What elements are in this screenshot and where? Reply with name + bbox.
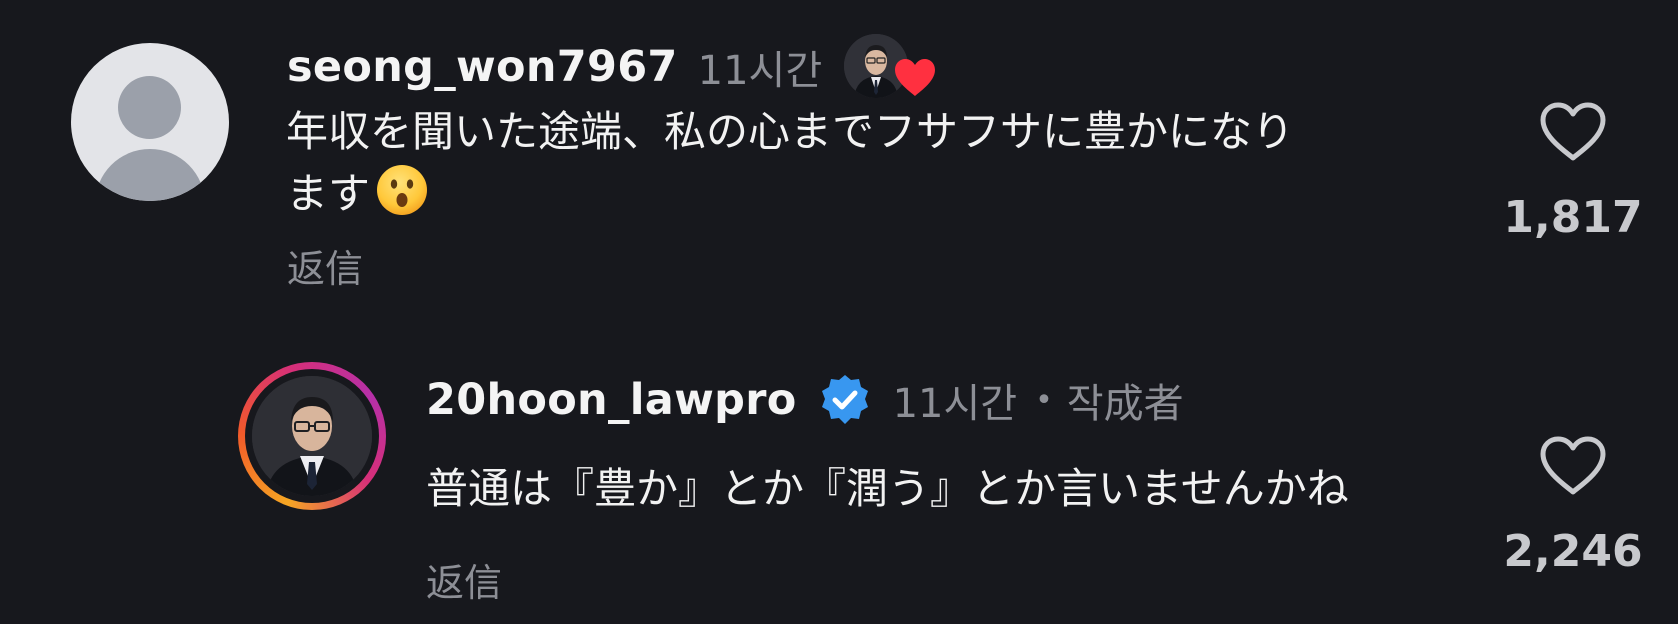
author-avatar-photo bbox=[252, 376, 372, 496]
like-column: 1,817 bbox=[1503, 100, 1643, 243]
reply-button[interactable]: 返信 bbox=[426, 552, 502, 607]
comment-time: 11시간 bbox=[697, 48, 823, 94]
reply-meta: 20hoon_lawpro 11시간 • 작成者 bbox=[426, 365, 1184, 435]
author-liked-badge bbox=[844, 34, 936, 100]
comment-text-fragment: ます bbox=[286, 169, 371, 218]
heart-outline-icon[interactable] bbox=[1537, 434, 1609, 498]
comment-text-line: 年収を聞いた途端、私の心までフサフサに豊かになり bbox=[286, 107, 1295, 156]
separator-dot: • bbox=[1035, 382, 1053, 418]
reply-body: 普通は『豊か』とか『潤う』とか言いませんかね bbox=[426, 464, 1349, 513]
like-count: 1,817 bbox=[1503, 192, 1643, 243]
default-avatar[interactable] bbox=[71, 43, 229, 201]
comment-username[interactable]: seong_won7967 bbox=[287, 42, 678, 92]
verified-badge-icon bbox=[821, 375, 868, 424]
heart-outline-icon[interactable] bbox=[1537, 100, 1609, 164]
comment-meta: seong_won7967 11시간 bbox=[287, 32, 936, 102]
avatar-head-shape bbox=[118, 76, 181, 139]
comment-body: 年収を聞いた途端、私の心までフサフサに豊かになり ます bbox=[286, 101, 1294, 225]
like-count: 2,246 bbox=[1503, 526, 1643, 577]
red-heart-icon bbox=[895, 59, 936, 96]
reply-username[interactable]: 20hoon_lawpro bbox=[426, 375, 797, 425]
reply-time: 11시간 bbox=[892, 381, 1018, 427]
like-column: 2,246 bbox=[1503, 434, 1643, 577]
astonished-face-icon bbox=[377, 165, 428, 215]
author-label: 작成者 bbox=[1066, 381, 1184, 427]
avatar-body-shape bbox=[95, 149, 205, 201]
story-ring-avatar[interactable] bbox=[238, 362, 386, 510]
comment-text-line-2: ます bbox=[286, 163, 1294, 225]
reply-button[interactable]: 返信 bbox=[287, 238, 363, 293]
